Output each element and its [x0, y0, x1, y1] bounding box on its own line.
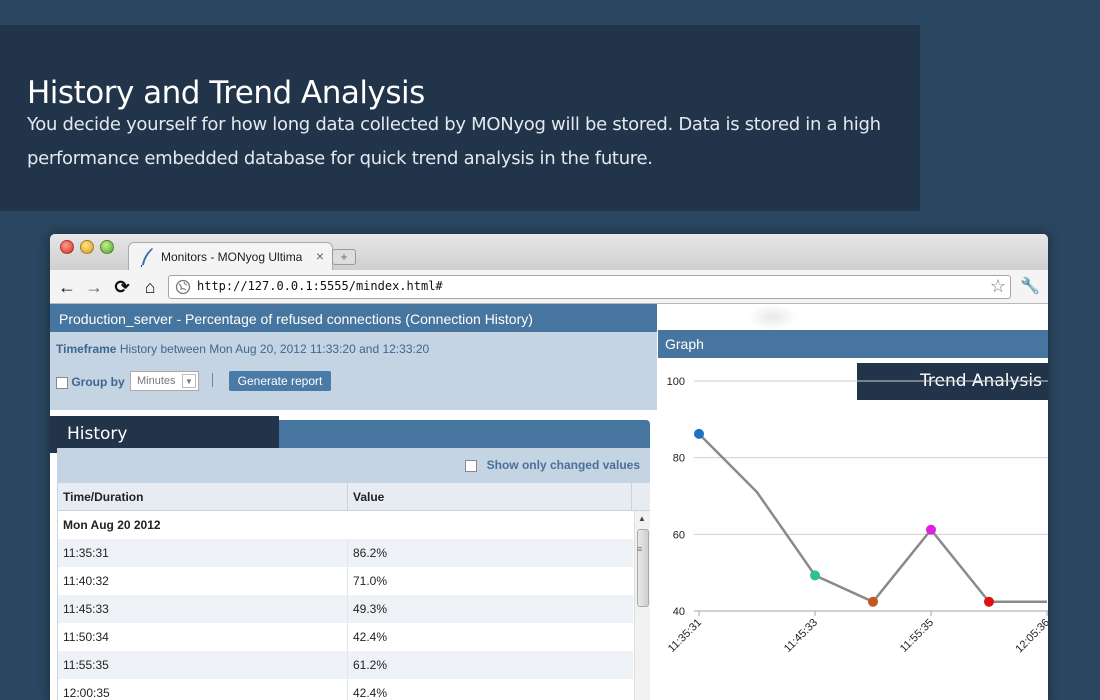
history-table: Time/Duration Value Mon Aug 20 2012 11:3…: [58, 483, 650, 700]
column-header-time[interactable]: Time/Duration: [63, 490, 143, 504]
generate-report-button[interactable]: Generate report: [229, 371, 331, 391]
time-cell: 12:00:35: [63, 686, 110, 700]
x-tick-label: 11:45:33: [782, 617, 820, 655]
data-point: [984, 596, 994, 607]
filter-bar: Timeframe History between Mon Aug 20, 20…: [50, 332, 657, 410]
scroll-up-icon[interactable]: ▲: [638, 514, 646, 523]
data-point: [926, 524, 936, 535]
bookmark-star-icon[interactable]: ☆: [990, 276, 1006, 297]
group-by-select-value: Minutes: [137, 375, 176, 387]
history-panel: Production_server - Percentage of refuse…: [50, 304, 657, 700]
series-line: [698, 433, 1047, 604]
url-text: http://127.0.0.1:5555/mindex.html#: [197, 279, 443, 293]
zoom-window-button[interactable]: [100, 240, 114, 254]
x-tick-label: 11:55:35: [898, 617, 936, 655]
y-tick-label: 40: [673, 606, 685, 618]
browser-window: Monitors - MONyog Ultima × + ← → ⟳ ⌂ htt…: [50, 234, 1048, 700]
tab-title: Monitors - MONyog Ultima: [161, 250, 303, 264]
forward-icon[interactable]: →: [83, 276, 105, 298]
browser-tab[interactable]: Monitors - MONyog Ultima ×: [128, 242, 333, 270]
time-cell: 11:55:35: [63, 658, 109, 672]
group-by-checkbox[interactable]: [56, 376, 68, 389]
table-row: 11:55:35 61.2%: [58, 651, 633, 679]
graph-header: Graph: [658, 330, 1048, 358]
trend-chart: 40 60 80 100 11:35:31 11:45:33 11:55:35 12:05:3…: [666, 376, 1048, 656]
value-cell: 49.3%: [353, 602, 388, 616]
show-changed-label: Show only changed values: [486, 458, 640, 472]
show-changed-option[interactable]: Show only changed values: [465, 458, 640, 472]
table-scrollbar[interactable]: ▲ ≡: [634, 511, 650, 700]
hero-description: You decide yourself for how long data co…: [27, 114, 881, 169]
date-row: Mon Aug 20 2012: [58, 511, 633, 539]
chevron-down-icon: ▼: [182, 374, 196, 388]
table-row: 11:40:32 71.0%: [58, 567, 633, 595]
x-tick-label: 11:35:31: [666, 617, 704, 655]
table-row: 11:45:33 49.3%: [58, 595, 633, 623]
address-bar[interactable]: http://127.0.0.1:5555/mindex.html# ☆: [168, 275, 1011, 299]
data-point: [868, 596, 878, 607]
browser-toolbar: ← → ⟳ ⌂ http://127.0.0.1:5555/mindex.htm…: [50, 270, 1048, 304]
reload-icon[interactable]: ⟳: [111, 276, 133, 298]
column-header-value[interactable]: Value: [353, 490, 384, 504]
y-tick-label: 60: [673, 529, 685, 541]
value-cell: 42.4%: [353, 686, 388, 700]
value-cell: 42.4%: [353, 630, 388, 644]
table-row: 11:50:34 42.4%: [58, 623, 633, 651]
hero-title: History and Trend Analysis: [27, 75, 425, 111]
value-cell: 86.2%: [353, 546, 388, 560]
time-cell: 11:45:33: [63, 602, 109, 616]
tab-close-icon[interactable]: ×: [316, 248, 324, 264]
group-by-label: Group by: [71, 375, 125, 389]
time-cell: 11:35:31: [63, 546, 109, 560]
home-icon[interactable]: ⌂: [139, 276, 161, 298]
back-icon[interactable]: ←: [56, 276, 78, 298]
grip-icon: ≡: [637, 544, 643, 554]
graph-panel: Graph Trend Analysis 40 60 80 100 11:35:31 11…: [658, 304, 1048, 700]
table-header: Time/Duration Value: [58, 483, 650, 511]
date-cell: Mon Aug 20 2012: [63, 518, 161, 532]
new-tab-button[interactable]: +: [332, 249, 356, 265]
value-cell: 61.2%: [353, 658, 388, 672]
feather-icon: [140, 248, 153, 267]
time-cell: 11:40:32: [63, 574, 109, 588]
close-window-button[interactable]: [60, 240, 74, 254]
y-tick-label: 100: [667, 376, 685, 388]
value-cell: 71.0%: [353, 574, 388, 588]
table-row: 11:35:31 86.2%: [58, 539, 633, 567]
minimize-window-button[interactable]: [80, 240, 94, 254]
time-cell: 11:50:34: [63, 630, 109, 644]
group-by-select[interactable]: Minutes ▼: [130, 371, 199, 391]
show-changed-checkbox[interactable]: [465, 459, 478, 472]
panel-header: Production_server - Percentage of refuse…: [50, 304, 657, 332]
timeframe: Timeframe History between Mon Aug 20, 20…: [56, 342, 429, 356]
divider: [212, 373, 213, 387]
table-row: 12:00:35 42.4%: [58, 679, 633, 700]
group-by: Group by: [56, 375, 125, 389]
timeframe-value: History between Mon Aug 20, 2012 11:33:2…: [119, 342, 430, 356]
table-rows: Mon Aug 20 2012 11:35:31 86.2% 11:40:32 71…: [58, 511, 633, 700]
tab-strip: Monitors - MONyog Ultima × +: [50, 234, 1048, 270]
scrollbar-thumb[interactable]: [637, 529, 649, 607]
timeframe-label: Timeframe: [56, 342, 117, 356]
history-body: Show only changed values Time/Duration V…: [57, 448, 650, 700]
data-point: [810, 570, 820, 581]
hero-panel: History and Trend Analysis You decide yo…: [0, 25, 920, 211]
y-tick-label: 80: [673, 453, 685, 465]
globe-icon: [175, 279, 191, 295]
x-tick-label: 12:05:36: [1013, 617, 1048, 656]
data-point: [694, 428, 704, 439]
wrench-icon[interactable]: 🔧: [1020, 276, 1040, 296]
